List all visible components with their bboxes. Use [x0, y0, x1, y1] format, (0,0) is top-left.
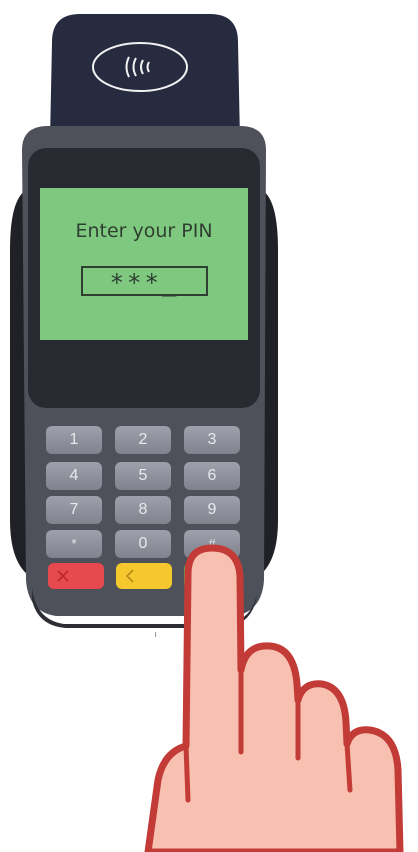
payment-terminal-illustration: Enter your PIN ***_ 1 2 3 4 5 6 7 8 9 * … — [0, 0, 418, 852]
pointing-finger — [144, 544, 404, 852]
knuckle-line-3 — [344, 741, 353, 793]
hand-shape — [144, 544, 404, 852]
thumb-line — [183, 743, 191, 803]
